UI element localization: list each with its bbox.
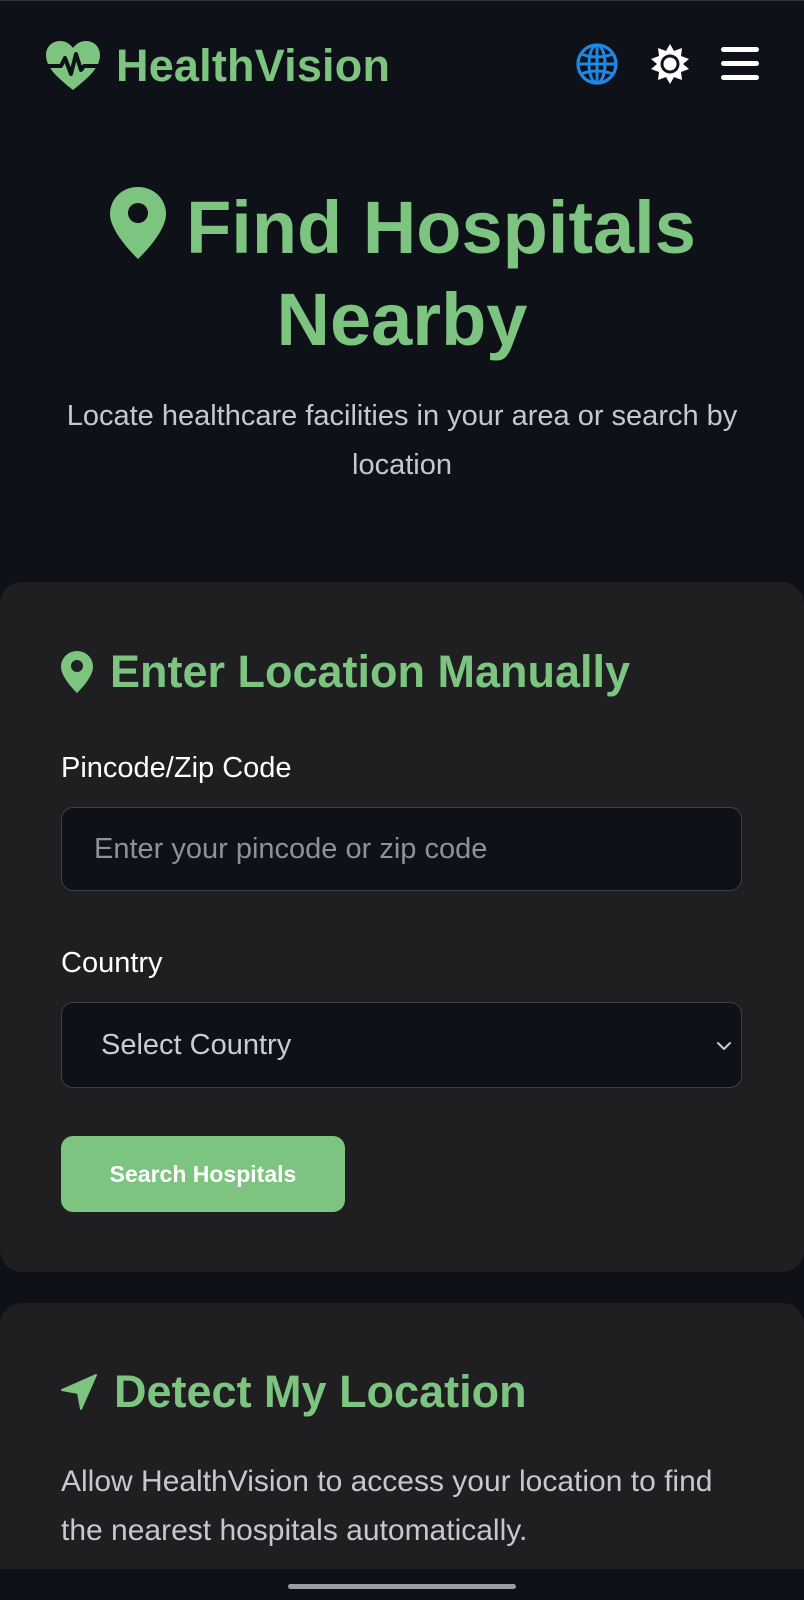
manual-location-card: Enter Location Manually Pincode/Zip Code… xyxy=(0,582,804,1272)
pincode-label: Pincode/Zip Code xyxy=(61,752,292,784)
app-header: HealthVision xyxy=(0,0,804,130)
country-select[interactable]: Select Country xyxy=(61,1002,742,1088)
page-subtitle: Locate healthcare facilities in your are… xyxy=(66,400,738,481)
page: HealthVision Find Hospitals Nearby Locat… xyxy=(0,0,804,1600)
country-selected-value: Select Country xyxy=(101,1028,292,1061)
pincode-placeholder: Enter your pincode or zip code xyxy=(94,832,488,865)
manual-location-title: Enter Location Manually xyxy=(110,646,631,697)
sun-icon xyxy=(651,44,689,84)
detect-location-card: Detect My Location Allow HealthVision to… xyxy=(0,1303,804,1600)
detect-location-title: Detect My Location xyxy=(114,1366,527,1417)
page-title: Find Hospitals Nearby xyxy=(186,186,696,361)
page-title-block: Find Hospitals Nearby xyxy=(40,182,764,366)
brand-logo[interactable]: HealthVision xyxy=(44,38,390,94)
detect-location-heading: Detect My Location xyxy=(60,1366,527,1418)
detect-location-description: Allow HealthVision to access your locati… xyxy=(61,1465,713,1547)
pincode-input[interactable]: Enter your pincode or zip code xyxy=(61,807,742,891)
heart-pulse-icon xyxy=(46,41,100,90)
menu-icon xyxy=(721,47,759,80)
menu-button[interactable] xyxy=(716,40,764,88)
brand-name: HealthVision xyxy=(116,40,391,91)
language-button[interactable] xyxy=(573,40,621,88)
search-hospitals-button[interactable]: Search Hospitals xyxy=(61,1136,345,1212)
map-pin-icon xyxy=(110,187,167,259)
globe-icon xyxy=(576,43,618,85)
manual-location-heading: Enter Location Manually xyxy=(60,646,630,698)
map-pin-icon xyxy=(61,651,93,693)
chevron-down-icon xyxy=(717,1042,731,1050)
theme-toggle-button[interactable] xyxy=(646,40,694,88)
country-label: Country xyxy=(61,947,163,979)
gesture-navigation-bar[interactable] xyxy=(288,1584,516,1589)
location-arrow-icon xyxy=(61,1374,97,1410)
